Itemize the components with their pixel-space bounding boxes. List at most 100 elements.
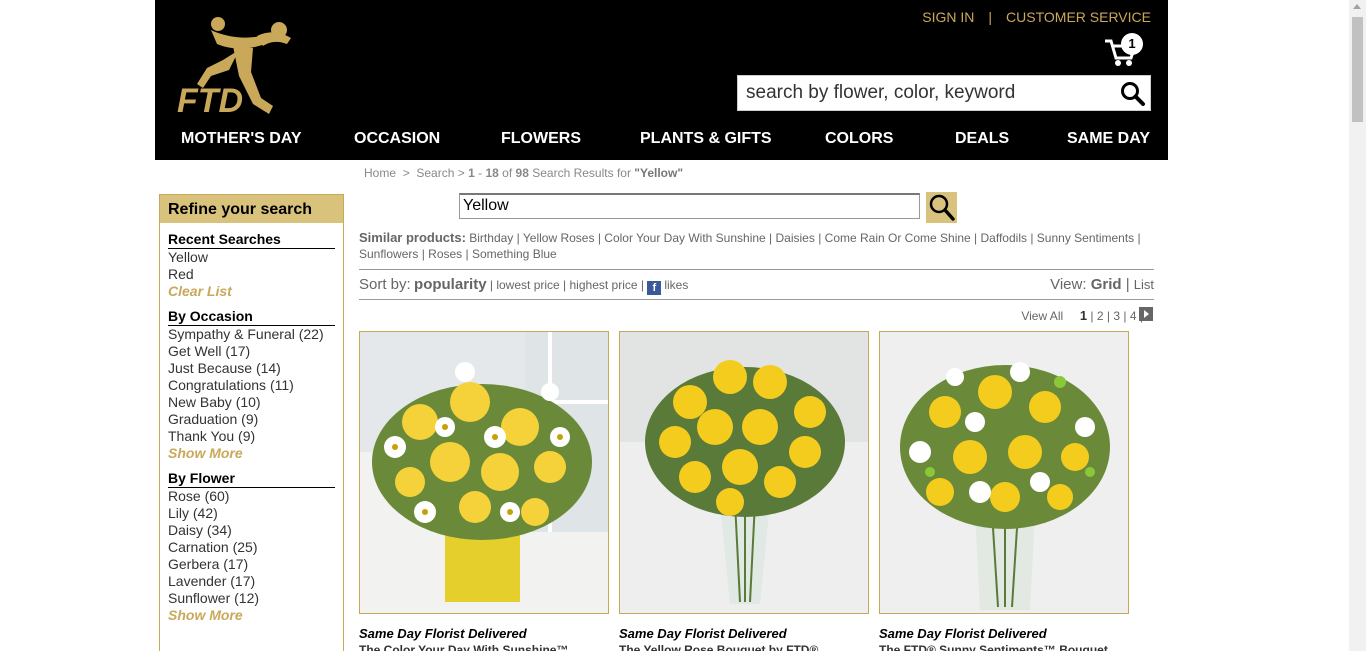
view-grid[interactable]: Grid: [1091, 276, 1122, 293]
product-name[interactable]: The FTD® Sunny Sentiments™ Bouquet: [879, 643, 1129, 651]
product-name[interactable]: The Color Your Day With Sunshine™: [359, 643, 609, 651]
product-card[interactable]: Same Day Florist Delivered The FTD® Sunn…: [879, 331, 1129, 651]
flower-filter-item[interactable]: Sunflower (12): [168, 590, 335, 607]
page-scrollbar[interactable]: [1349, 0, 1366, 651]
product-image[interactable]: [879, 331, 1129, 614]
similar-product-link[interactable]: Roses: [428, 247, 462, 261]
product-image[interactable]: [359, 331, 609, 614]
product-delivery-tag: Same Day Florist Delivered: [619, 626, 787, 641]
sort-highest-price[interactable]: highest price: [570, 278, 638, 292]
page: FTD SIGN IN | CUSTOMER SERVICE 1 search …: [0, 0, 1366, 651]
by-occasion: By Occasion Sympathy & Funeral (22) Get …: [160, 308, 343, 462]
main-search-input[interactable]: [460, 195, 919, 217]
pagination: View All 1 | 2 | 3 | 4 | 5: [1021, 308, 1153, 323]
nav-mothers-day[interactable]: MOTHER'S DAY: [181, 130, 302, 148]
product-delivery-tag: Same Day Florist Delivered: [359, 626, 527, 641]
flower-filter-item[interactable]: Lavender (17): [168, 573, 335, 590]
flower-filter-item[interactable]: Lily (42): [168, 505, 335, 522]
nav-deals[interactable]: DEALS: [955, 130, 1009, 148]
nav-flowers[interactable]: FLOWERS: [501, 130, 581, 148]
page-link[interactable]: 2: [1097, 309, 1104, 323]
ftd-logo[interactable]: FTD: [173, 10, 303, 120]
recent-search-item[interactable]: Yellow: [168, 249, 335, 266]
by-occasion-heading: By Occasion: [168, 308, 335, 326]
result-suffix: Search Results for: [532, 166, 631, 180]
similar-product-link[interactable]: Sunflowers: [359, 247, 418, 261]
occasion-show-more-link[interactable]: Show More: [168, 445, 335, 462]
occasion-filter-item[interactable]: Graduation (9): [168, 411, 335, 428]
similar-product-link[interactable]: Color Your Day With Sunshine: [604, 231, 765, 245]
breadcrumb-separator: >: [402, 166, 410, 180]
sort-lowest-price[interactable]: lowest price: [496, 278, 559, 292]
product-name[interactable]: The Yellow Rose Bouquet by FTD®: [619, 643, 869, 651]
recent-searches: Recent Searches Yellow Red Clear List: [160, 231, 343, 300]
breadcrumb-separator: >: [457, 166, 465, 180]
product-card[interactable]: Same Day Florist Delivered The Yellow Ro…: [619, 331, 869, 651]
site-header: FTD SIGN IN | CUSTOMER SERVICE 1 search …: [155, 0, 1168, 160]
occasion-filter-item[interactable]: Just Because (14): [168, 360, 335, 377]
occasion-filter-item[interactable]: Sympathy & Funeral (22): [168, 326, 335, 343]
refine-title: Refine your search: [160, 194, 343, 223]
occasion-filter-item[interactable]: New Baby (10): [168, 394, 335, 411]
nav-same-day[interactable]: SAME DAY: [1067, 130, 1150, 148]
logo-text: FTD: [177, 82, 243, 120]
similar-product-link[interactable]: Something Blue: [472, 247, 557, 261]
similar-product-link[interactable]: Daisies: [776, 231, 815, 245]
customer-service-link[interactable]: CUSTOMER SERVICE: [1006, 9, 1151, 25]
header-search-input[interactable]: [738, 76, 1108, 110]
by-flower: By Flower Rose (60) Lily (42) Daisy (34)…: [160, 470, 343, 624]
sort-popularity[interactable]: popularity: [414, 276, 487, 293]
sign-in-link[interactable]: SIGN IN: [922, 9, 974, 25]
sort-likes[interactable]: likes: [664, 278, 688, 292]
clear-list-link[interactable]: Clear List: [168, 283, 335, 300]
search-icon[interactable]: [1120, 81, 1146, 107]
product-delivery-tag: Same Day Florist Delivered: [879, 626, 1047, 641]
recent-search-item[interactable]: Red: [168, 266, 335, 283]
similar-product-link[interactable]: Daffodils: [981, 231, 1027, 245]
product-card[interactable]: Same Day Florist Delivered The Color You…: [359, 331, 609, 651]
cart-count-badge: 1: [1121, 33, 1143, 55]
result-total: 98: [515, 166, 529, 180]
divider: [359, 269, 1154, 270]
divider: [359, 299, 1154, 300]
top-links-separator: |: [988, 9, 993, 25]
main-search-button[interactable]: [926, 192, 957, 223]
result-range-end: 18: [485, 166, 499, 180]
page-link[interactable]: 4: [1130, 309, 1137, 323]
nav-occasion[interactable]: OCCASION: [354, 130, 440, 148]
view-toggle: View: Grid | List: [1050, 276, 1154, 293]
similar-products: Similar products: Birthday | Yellow Rose…: [359, 230, 1141, 261]
breadcrumb-home[interactable]: Home: [364, 166, 396, 180]
result-query: "Yellow": [634, 166, 684, 180]
view-list[interactable]: List: [1134, 277, 1154, 292]
flower-filter-item[interactable]: Gerbera (17): [168, 556, 335, 573]
top-links: SIGN IN | CUSTOMER SERVICE: [922, 9, 1151, 25]
page-link[interactable]: 3: [1113, 309, 1120, 323]
scroll-up-arrow-icon[interactable]: [1353, 4, 1361, 9]
scrollbar-thumb[interactable]: [1352, 17, 1363, 122]
sort-label: Sort by:: [359, 276, 411, 293]
flower-filter-item[interactable]: Daisy (34): [168, 522, 335, 539]
occasion-filter-item[interactable]: Thank You (9): [168, 428, 335, 445]
page-link-current[interactable]: 1: [1080, 308, 1087, 323]
view-all-link[interactable]: View All: [1021, 309, 1063, 323]
occasion-filter-item[interactable]: Get Well (17): [168, 343, 335, 360]
similar-product-link[interactable]: Sunny Sentiments: [1037, 231, 1134, 245]
similar-product-link[interactable]: Yellow Roses: [523, 231, 595, 245]
similar-product-link[interactable]: Birthday: [469, 231, 513, 245]
facebook-icon: f: [647, 281, 662, 295]
occasion-filter-item[interactable]: Congratulations (11): [168, 377, 335, 394]
flower-filter-item[interactable]: Carnation (25): [168, 539, 335, 556]
header-search: [737, 75, 1151, 111]
flower-show-more-link[interactable]: Show More: [168, 607, 335, 624]
nav-plants-gifts[interactable]: PLANTS & GIFTS: [640, 130, 772, 148]
refine-sidebar: Refine your search Recent Searches Yello…: [159, 194, 344, 651]
nav-colors[interactable]: COLORS: [825, 130, 893, 148]
next-page-icon[interactable]: [1139, 307, 1153, 321]
flower-filter-item[interactable]: Rose (60): [168, 488, 335, 505]
breadcrumb: Home > Search > 1 - 18 of 98 Search Resu…: [364, 166, 684, 180]
similar-product-link[interactable]: Come Rain Or Come Shine: [825, 231, 971, 245]
breadcrumb-search[interactable]: Search: [416, 166, 454, 180]
product-image[interactable]: [619, 331, 869, 614]
by-flower-heading: By Flower: [168, 470, 335, 488]
